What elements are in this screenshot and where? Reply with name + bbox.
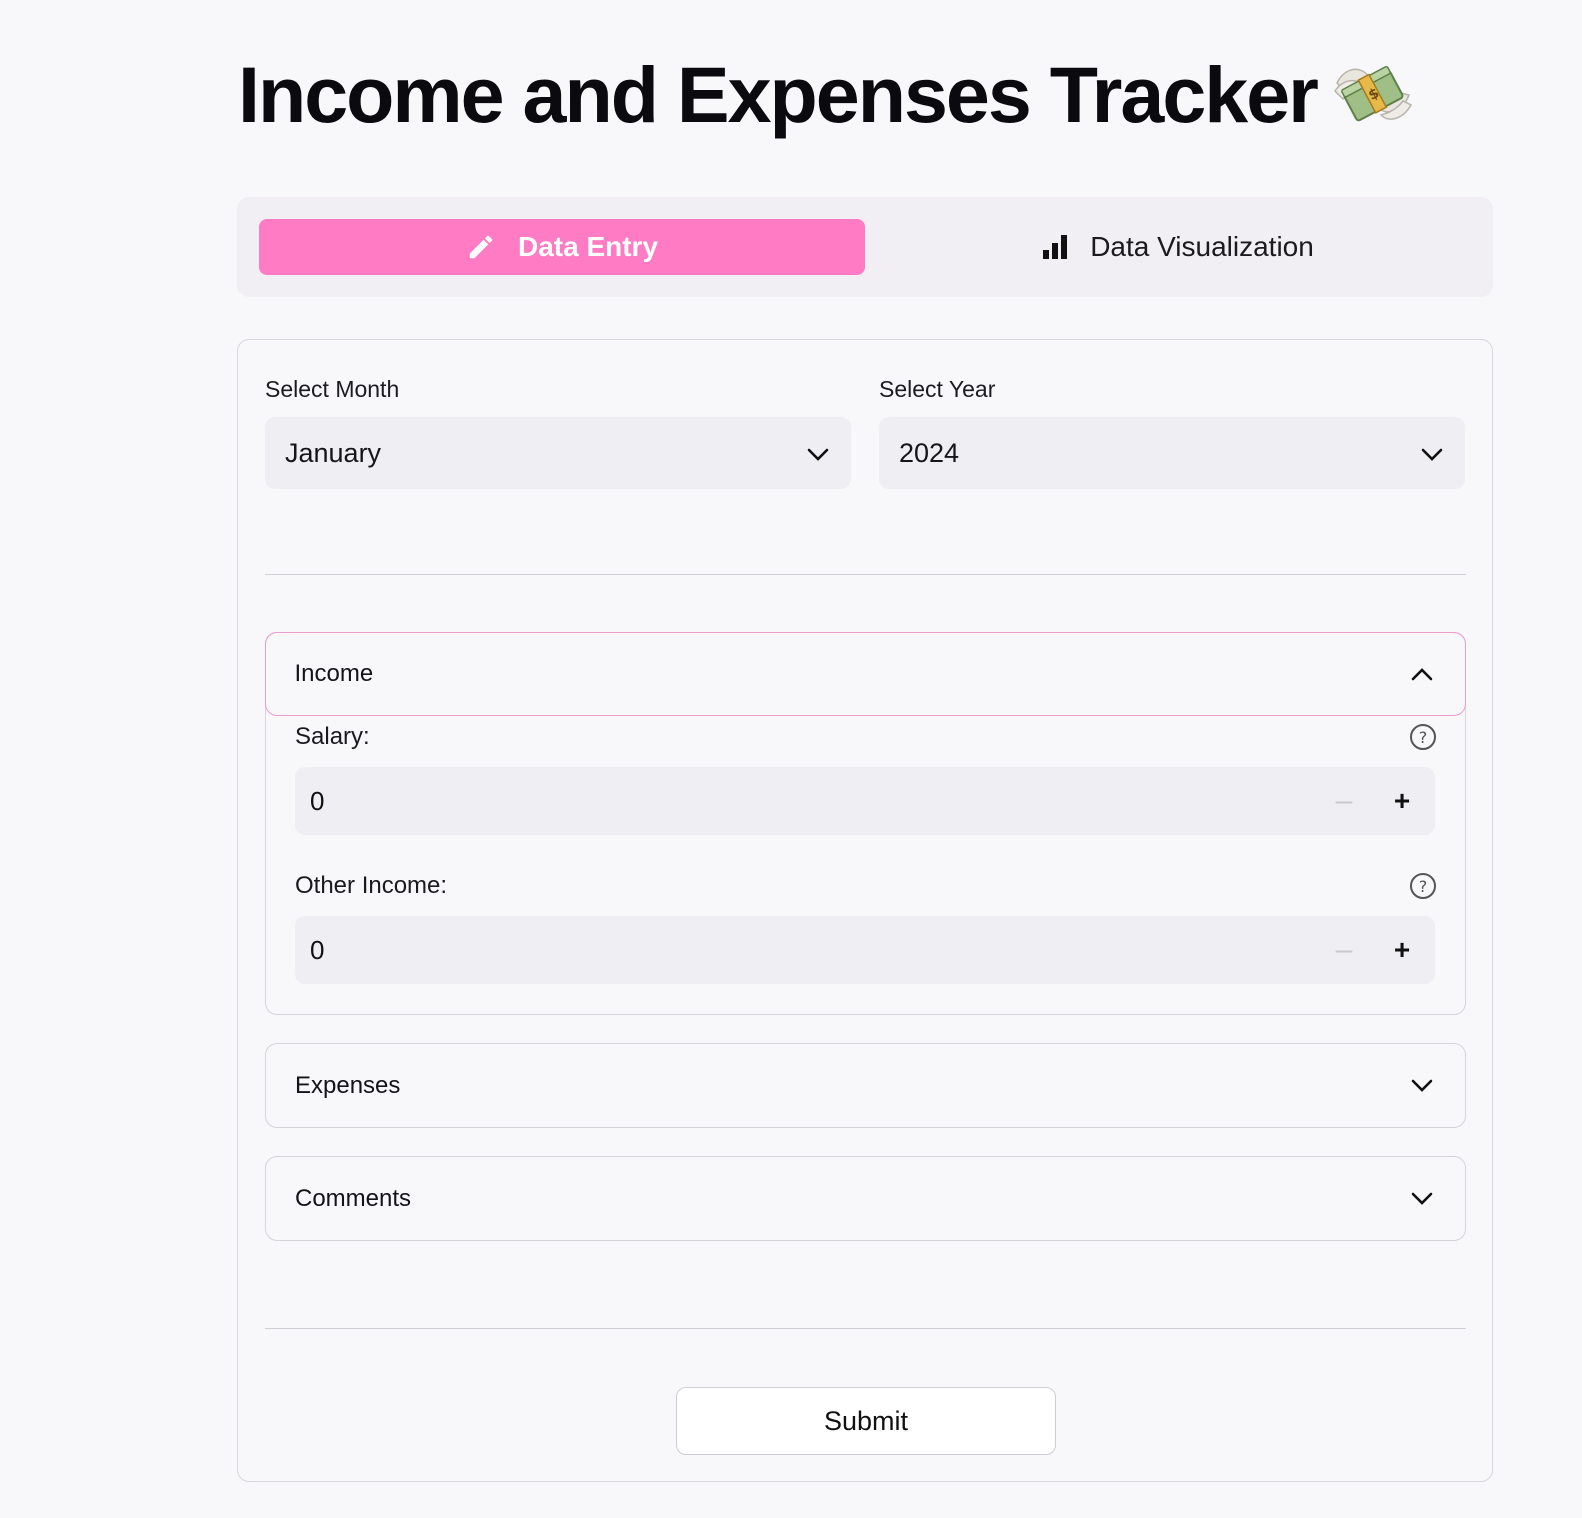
- entry-form: Select Month January Select Year 2024 In…: [237, 339, 1493, 1482]
- year-select[interactable]: 2024: [879, 417, 1465, 489]
- income-expander-title: Income: [294, 659, 374, 687]
- submit-button[interactable]: Submit: [676, 1387, 1056, 1455]
- expenses-expander-title: Expenses: [295, 1072, 401, 1099]
- select-month-label: Select Month: [265, 376, 400, 402]
- chevron-down-icon: [1411, 1072, 1433, 1100]
- other-income-label: Other Income:: [295, 872, 448, 899]
- tab-data-visualization[interactable]: Data Visualization: [875, 219, 1481, 275]
- tab-data-entry[interactable]: Data Entry: [259, 219, 865, 275]
- divider: [265, 574, 1466, 575]
- bar-chart-icon: [1042, 234, 1068, 260]
- month-select-value: January: [285, 437, 382, 468]
- page-title-text: Income and Expenses Tracker: [238, 50, 1319, 139]
- chevron-down-icon: [1411, 1185, 1433, 1213]
- help-icon[interactable]: ?: [1409, 872, 1437, 900]
- comments-expander-title: Comments: [295, 1185, 412, 1212]
- expenses-expander-header[interactable]: Expenses: [266, 1044, 1465, 1128]
- salary-increment-button[interactable]: +: [1373, 767, 1431, 835]
- month-select[interactable]: January: [265, 417, 851, 489]
- tab-data-entry-label: Data Entry: [517, 231, 659, 262]
- comments-expander-header[interactable]: Comments: [266, 1157, 1465, 1241]
- chevron-down-icon: [1421, 438, 1443, 469]
- tab-bar: Data Entry Data Visualization: [237, 197, 1493, 297]
- chevron-up-icon: [1411, 660, 1433, 688]
- other-income-increment-button[interactable]: +: [1373, 916, 1431, 984]
- salary-label: Salary:: [295, 723, 370, 750]
- chevron-down-icon: [807, 438, 829, 469]
- other-income-value: 0: [310, 934, 325, 965]
- svg-text:?: ?: [1419, 877, 1428, 896]
- year-select-value: 2024: [899, 437, 960, 468]
- pencil-icon: [466, 232, 496, 262]
- tab-data-visualization-label: Data Visualization: [1090, 231, 1314, 262]
- expenses-expander: Expenses: [265, 1043, 1466, 1128]
- salary-decrement-button[interactable]: –: [1315, 767, 1373, 835]
- salary-value: 0: [310, 785, 325, 816]
- svg-text:?: ?: [1419, 728, 1428, 747]
- comments-expander: Comments: [265, 1156, 1466, 1241]
- other-income-input[interactable]: 0 – +: [295, 916, 1435, 984]
- select-year-label: Select Year: [879, 376, 996, 402]
- income-expander: Income Salary: ? 0 – + Other Income: ? 0…: [264, 631, 1466, 1015]
- help-icon[interactable]: ?: [1409, 723, 1437, 751]
- income-expander-header[interactable]: Income: [264, 631, 1466, 716]
- salary-input[interactable]: 0 – +: [295, 767, 1435, 835]
- page-title: Income and Expenses Tracker $: [238, 50, 1415, 140]
- money-with-wings-icon: $: [1331, 57, 1415, 133]
- divider: [265, 1328, 1466, 1329]
- other-income-decrement-button[interactable]: –: [1315, 916, 1373, 984]
